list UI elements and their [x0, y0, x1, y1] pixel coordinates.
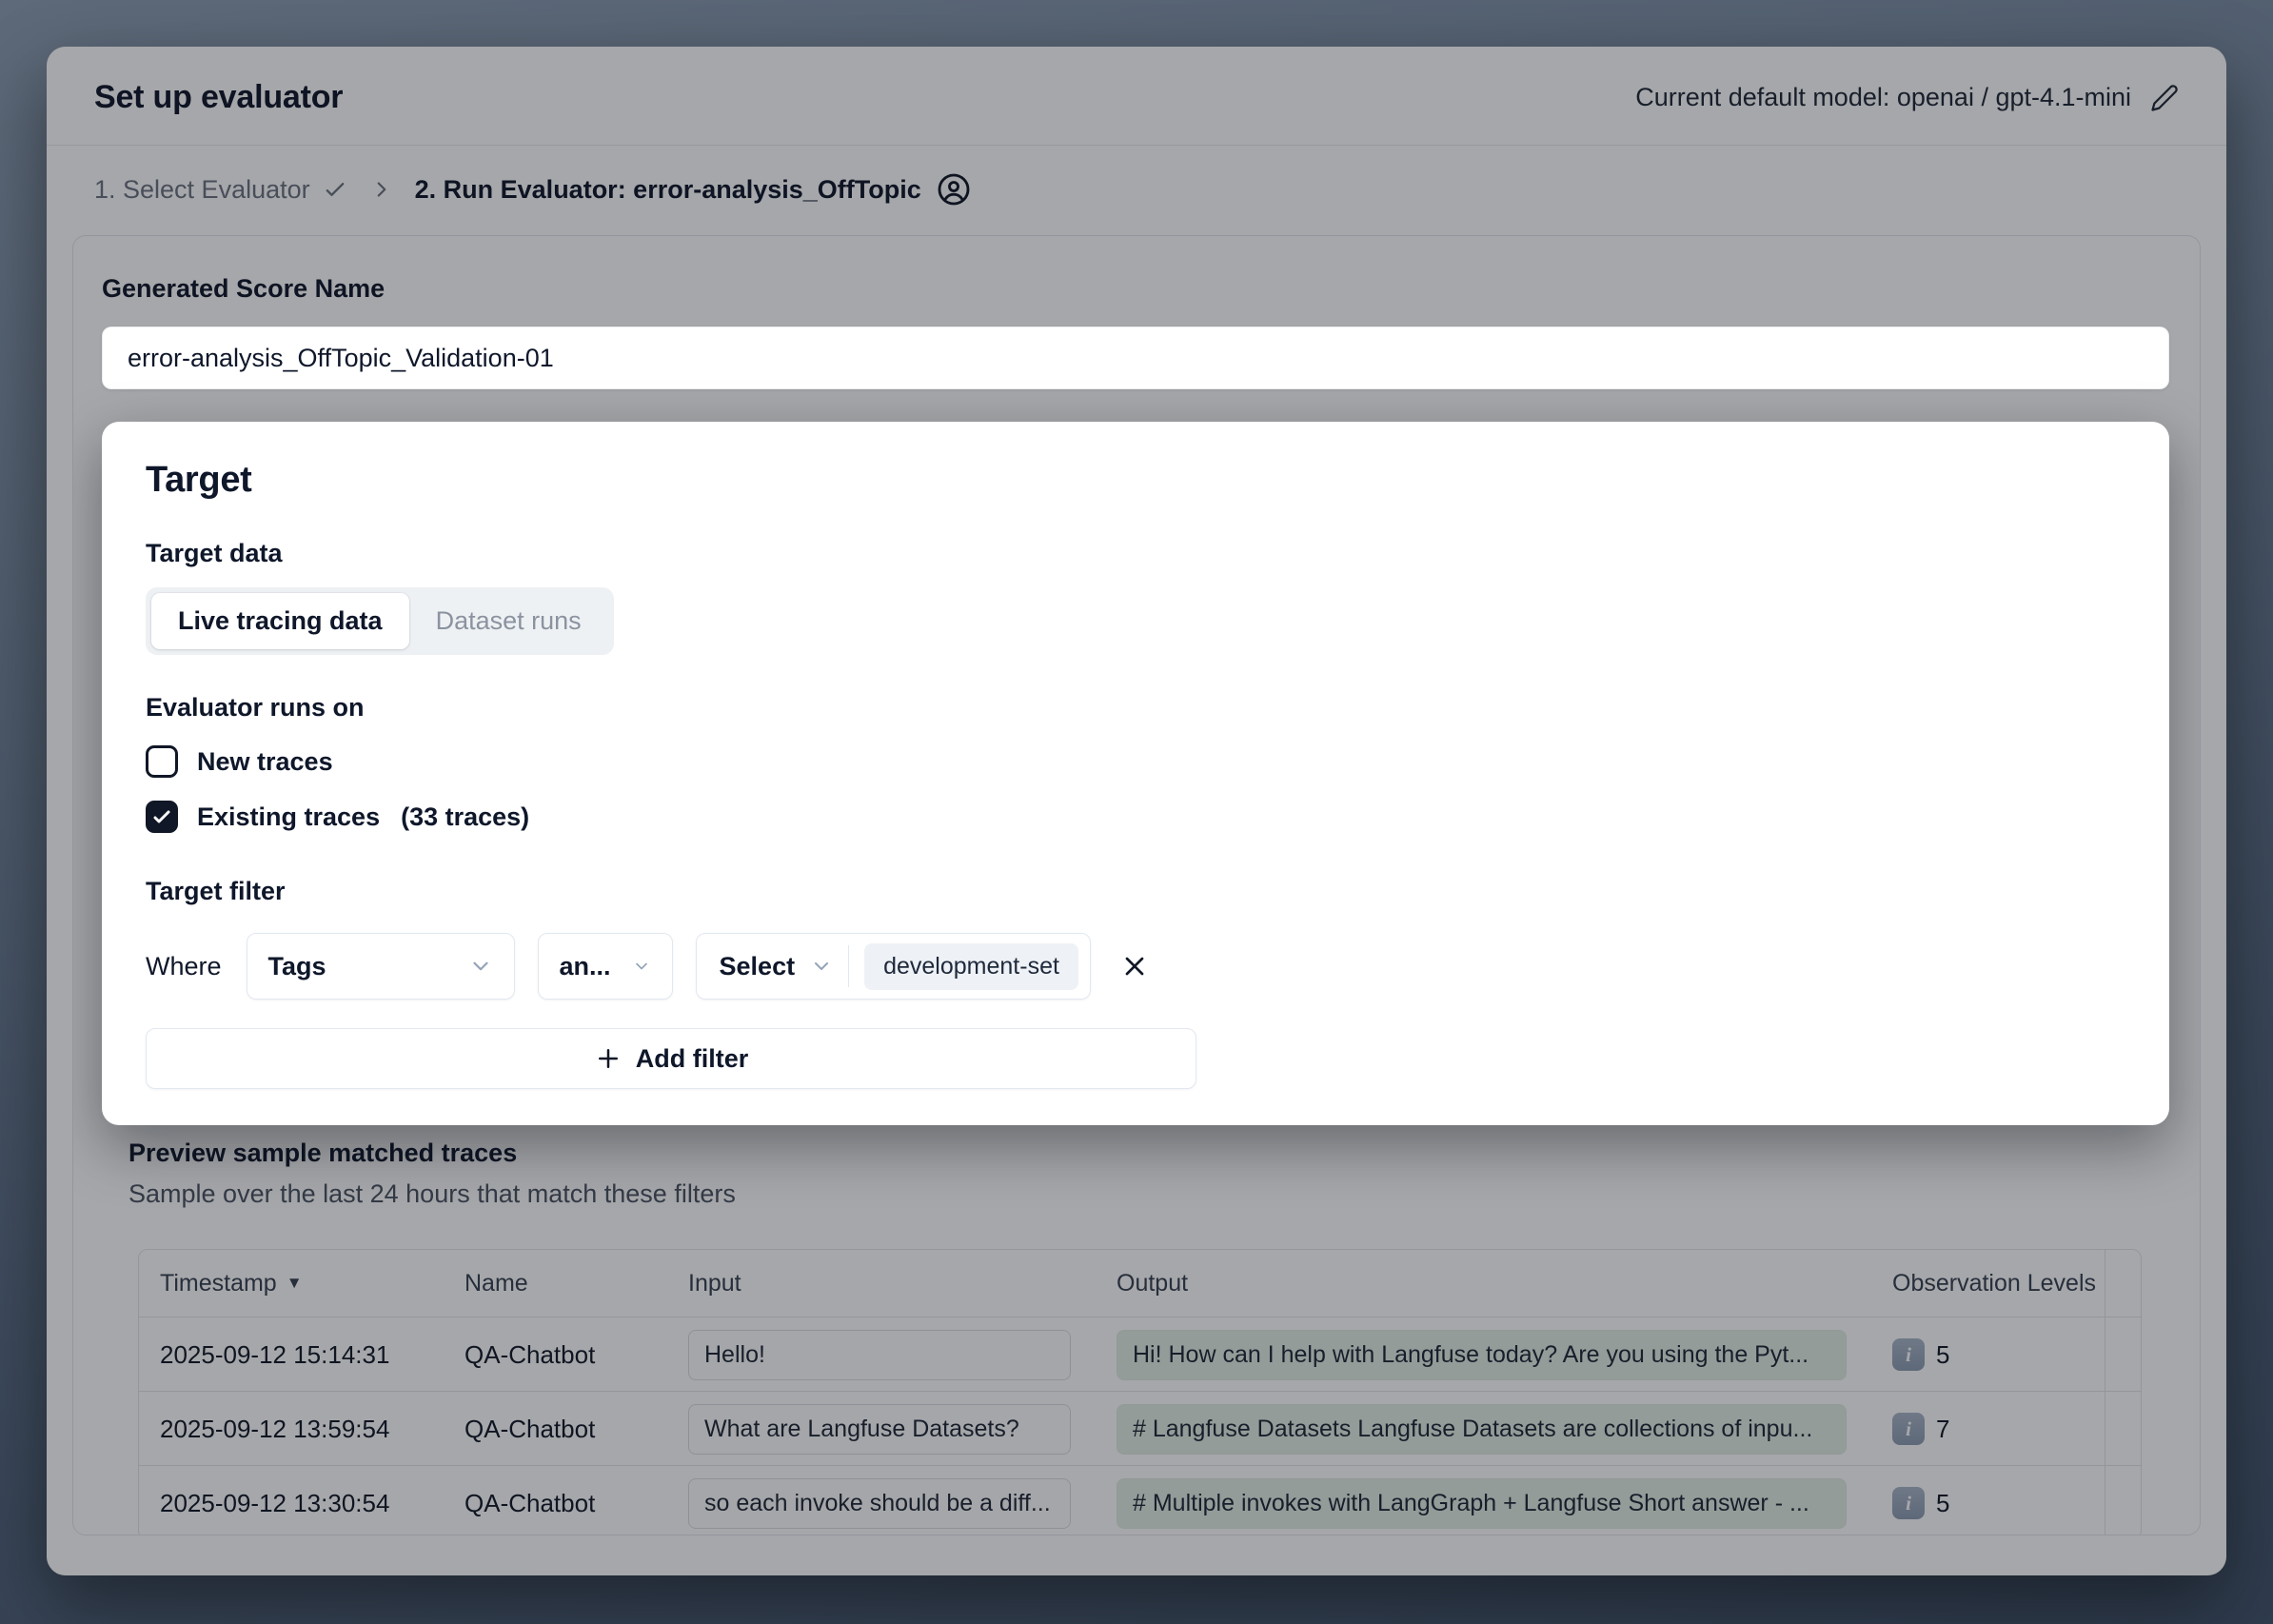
info-badge-icon: i	[1892, 1338, 1925, 1371]
column-header-name[interactable]: Name	[444, 1270, 667, 1297]
chevron-down-icon	[632, 957, 651, 976]
edit-model-button[interactable]	[2150, 84, 2179, 112]
filter-value-select[interactable]: Select development-set	[696, 933, 1091, 1000]
add-filter-button[interactable]: Add filter	[146, 1028, 1196, 1089]
checkbox-new-traces[interactable]: New traces	[146, 745, 2125, 778]
trace-count: (33 traces)	[401, 802, 529, 832]
plus-icon	[594, 1044, 623, 1073]
cell-observation-levels: i 5	[1871, 1487, 2105, 1519]
preview-section: Preview sample matched traces Sample ove…	[102, 1139, 2171, 1535]
cell-timestamp: 2025-09-12 13:30:54	[139, 1489, 444, 1518]
filter-column-select[interactable]: Tags	[247, 933, 515, 1000]
checkbox-unchecked-icon	[146, 745, 178, 778]
remove-filter-button[interactable]	[1119, 951, 1150, 981]
chevron-right-icon	[369, 177, 394, 202]
cell-observation-levels: i 7	[1871, 1413, 2105, 1445]
setup-evaluator-dialog: Set up evaluator Current default model: …	[47, 47, 2226, 1575]
divider	[848, 945, 849, 987]
breadcrumb-step-select-evaluator[interactable]: 1. Select Evaluator	[94, 175, 348, 205]
sort-desc-triangle-icon: ▼	[287, 1274, 303, 1293]
cell-output: # Multiple invokes with LangGraph + Lang…	[1117, 1478, 1847, 1529]
cell-name: QA-Chatbot	[444, 1415, 667, 1444]
cell-observation-levels: i 5	[1871, 1338, 2105, 1371]
table-row[interactable]: 2025-09-12 13:30:54 QA-Chatbot so each i…	[139, 1465, 2141, 1535]
step2-label: 2. Run Evaluator: error-analysis_OffTopi…	[415, 175, 921, 205]
cell-output: Hi! How can I help with Langfuse today? …	[1117, 1330, 1847, 1380]
column-header-timestamp[interactable]: Timestamp ▼	[139, 1270, 444, 1297]
table-row[interactable]: 2025-09-12 15:14:31 QA-Chatbot Hello! Hi…	[139, 1317, 2141, 1391]
run-evaluator-panel: Generated Score Name Target Target data …	[72, 235, 2201, 1535]
cell-timestamp: 2025-09-12 13:59:54	[139, 1415, 444, 1444]
score-name-label: Generated Score Name	[102, 274, 2171, 304]
where-label: Where	[146, 952, 222, 981]
column-header-output[interactable]: Output	[1096, 1270, 1871, 1297]
cell-output: # Langfuse Datasets Langfuse Datasets ar…	[1117, 1404, 1847, 1455]
tab-dataset-runs[interactable]: Dataset runs	[409, 593, 608, 649]
check-icon	[322, 176, 348, 203]
filter-operator-select[interactable]: an...	[538, 933, 673, 1000]
target-card: Target Target data Live tracing data Dat…	[102, 422, 2169, 1125]
evaluator-runs-on-label: Evaluator runs on	[146, 693, 2125, 723]
breadcrumb-step-run-evaluator: 2. Run Evaluator: error-analysis_OffTopi…	[415, 172, 971, 207]
column-header-input[interactable]: Input	[667, 1270, 1096, 1297]
info-badge-icon: i	[1892, 1487, 1925, 1519]
score-name-input[interactable]	[102, 327, 2169, 389]
table-gutter	[2105, 1317, 2142, 1392]
cell-input: What are Langfuse Datasets?	[688, 1404, 1071, 1455]
table-gutter	[2105, 1392, 2142, 1466]
cell-name: QA-Chatbot	[444, 1340, 667, 1370]
dialog-title: Set up evaluator	[94, 79, 343, 116]
cell-input: Hello!	[688, 1330, 1071, 1380]
table-header-row: Timestamp ▼ Name Input Output Observatio…	[139, 1250, 2141, 1317]
preview-subtitle: Sample over the last 24 hours that match…	[128, 1179, 2171, 1209]
filter-builder-row: Where Tags an... Select	[146, 933, 2125, 1000]
cell-name: QA-Chatbot	[444, 1489, 667, 1518]
filter-value-chip: development-set	[864, 943, 1078, 990]
checkbox-existing-traces[interactable]: Existing traces (33 traces)	[146, 801, 2125, 833]
circle-user-icon	[937, 172, 971, 207]
breadcrumb: 1. Select Evaluator 2. Run Evaluator: er…	[47, 146, 2226, 229]
step1-label: 1. Select Evaluator	[94, 175, 310, 205]
dialog-header: Set up evaluator Current default model: …	[47, 47, 2226, 146]
matched-traces-table: Timestamp ▼ Name Input Output Observatio…	[138, 1249, 2142, 1535]
x-icon	[1119, 951, 1150, 981]
target-data-label: Target data	[146, 539, 2125, 568]
default-model-label: Current default model: openai / gpt-4.1-…	[1635, 83, 2131, 112]
target-filter-label: Target filter	[146, 877, 2125, 906]
table-gutter	[2105, 1466, 2142, 1535]
chevron-down-icon	[810, 955, 833, 978]
target-data-toggle: Live tracing data Dataset runs	[146, 587, 614, 655]
cell-input: so each invoke should be a diff...	[688, 1478, 1071, 1529]
preview-title: Preview sample matched traces	[128, 1139, 2171, 1168]
pencil-icon	[2150, 84, 2179, 112]
checkbox-checked-icon	[146, 801, 178, 833]
tab-live-tracing-data[interactable]: Live tracing data	[151, 593, 409, 649]
column-header-observation-levels[interactable]: Observation Levels	[1871, 1270, 2105, 1297]
target-title: Target	[146, 460, 2125, 501]
table-gutter	[2105, 1250, 2142, 1317]
cell-timestamp: 2025-09-12 15:14:31	[139, 1340, 444, 1370]
table-row[interactable]: 2025-09-12 13:59:54 QA-Chatbot What are …	[139, 1391, 2141, 1465]
chevron-down-icon	[468, 954, 493, 979]
info-badge-icon: i	[1892, 1413, 1925, 1445]
